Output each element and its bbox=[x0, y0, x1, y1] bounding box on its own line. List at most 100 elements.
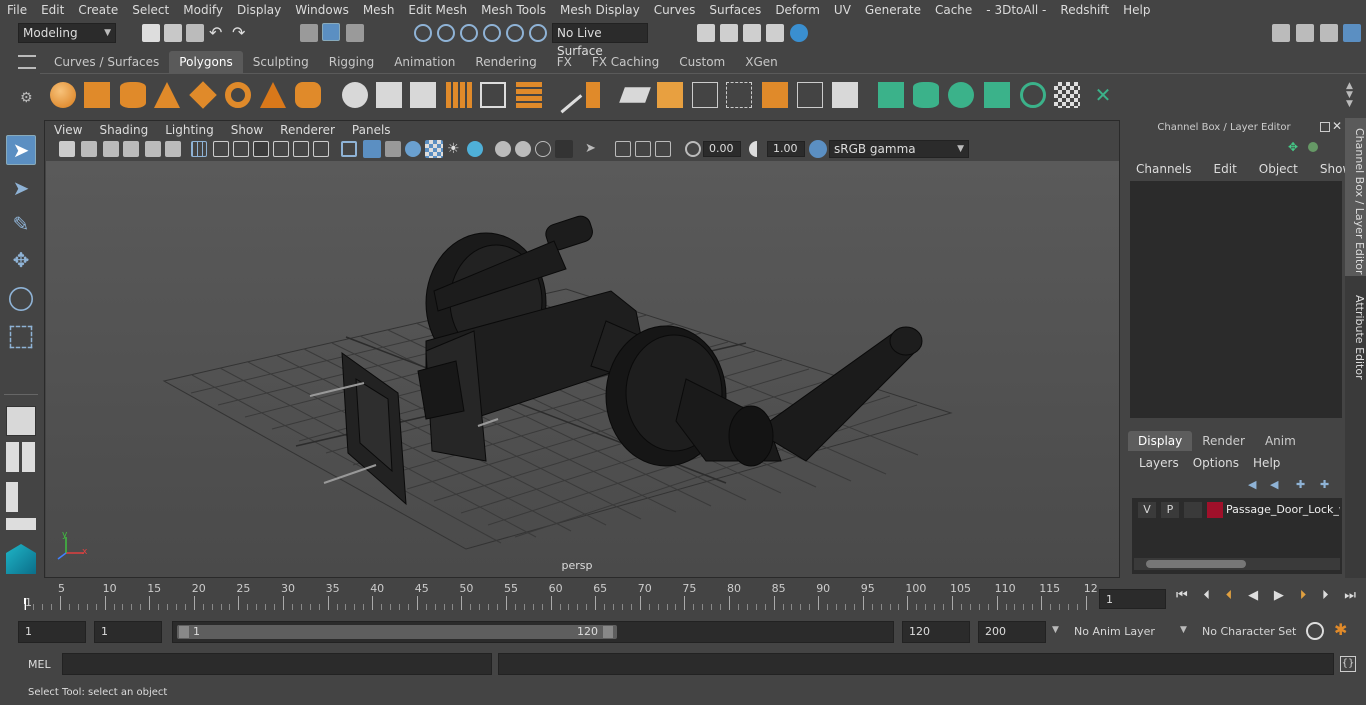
multi-cut-icon[interactable] bbox=[545, 76, 583, 114]
menu-mesh[interactable]: Mesh bbox=[356, 3, 402, 17]
mode-selector[interactable]: Modeling ▼ bbox=[18, 23, 116, 43]
open-scene-icon[interactable] bbox=[164, 24, 182, 42]
menu-redshift[interactable]: Redshift bbox=[1053, 3, 1116, 17]
menu-windows[interactable]: Windows bbox=[288, 3, 356, 17]
xray-active-icon[interactable] bbox=[635, 141, 651, 157]
poly-pipe-icon[interactable] bbox=[295, 82, 321, 108]
merge-icon[interactable] bbox=[832, 82, 858, 108]
film-gate-icon[interactable] bbox=[213, 141, 229, 157]
resolution-gate-icon[interactable] bbox=[233, 141, 249, 157]
uv-editor-icon[interactable]: ✕ bbox=[1090, 82, 1116, 108]
snap-live-icon[interactable] bbox=[529, 24, 547, 42]
menu-mesh-display[interactable]: Mesh Display bbox=[553, 3, 647, 17]
snap-grid-icon[interactable] bbox=[414, 24, 432, 42]
anim-layer-selector[interactable]: No Anim Layer bbox=[1068, 621, 1174, 643]
menu-generate[interactable]: Generate bbox=[858, 3, 928, 17]
character-set-selector[interactable]: No Character Set bbox=[1196, 621, 1300, 643]
wireframe-on-shaded-icon[interactable] bbox=[385, 141, 401, 157]
screen-space-ao-icon[interactable] bbox=[467, 141, 483, 157]
rotate-tool-icon[interactable] bbox=[9, 287, 33, 311]
menu-help[interactable]: Help bbox=[1116, 3, 1157, 17]
shelf-tab-animation[interactable]: Animation bbox=[384, 51, 465, 73]
range-bar-handle[interactable]: 1 120 bbox=[177, 625, 617, 639]
chevron-down-icon[interactable]: ▼ bbox=[1052, 625, 1059, 635]
go-to-start-icon[interactable]: ⏮ bbox=[1176, 588, 1188, 608]
channel-menu-channels[interactable]: Channels bbox=[1136, 162, 1192, 176]
backface-culling-icon[interactable] bbox=[655, 141, 671, 157]
new-layer-icon[interactable]: ✚ bbox=[1296, 478, 1305, 491]
move-layer-down-icon[interactable]: ◀ bbox=[1270, 478, 1278, 491]
target-weld-icon[interactable] bbox=[797, 82, 823, 108]
step-forward-icon[interactable]: ⏵ bbox=[1322, 588, 1329, 608]
layer-visibility-toggle[interactable]: V bbox=[1138, 502, 1156, 518]
shelf-tab-fx-caching[interactable]: FX Caching bbox=[582, 51, 669, 73]
xray-icon[interactable]: ➤ bbox=[585, 141, 601, 157]
scrollbar-thumb[interactable] bbox=[1146, 560, 1246, 568]
grease-pencil-icon[interactable] bbox=[165, 141, 181, 157]
snap-point-icon[interactable] bbox=[460, 24, 478, 42]
menu-edit[interactable]: Edit bbox=[34, 3, 71, 17]
channel-box-side-tab[interactable]: Channel Box / Layer Editor bbox=[1345, 118, 1366, 276]
automatic-uv-icon[interactable] bbox=[984, 82, 1010, 108]
channel-box-toggle-icon[interactable] bbox=[1343, 24, 1361, 42]
depth-of-field-icon[interactable] bbox=[535, 141, 551, 157]
camera-attributes-icon[interactable] bbox=[81, 141, 97, 157]
step-forward-key-icon[interactable]: ⏵ bbox=[1300, 588, 1307, 608]
outliner-persp-icon[interactable] bbox=[6, 482, 18, 512]
render-frame-icon[interactable] bbox=[720, 24, 738, 42]
playback-start-field[interactable]: 1 bbox=[94, 621, 162, 643]
bridge-icon[interactable] bbox=[586, 82, 600, 108]
smooth-shade-icon[interactable] bbox=[363, 140, 381, 158]
new-scene-icon[interactable] bbox=[142, 24, 160, 42]
channel-menu-object[interactable]: Object bbox=[1259, 162, 1298, 176]
menu-modify[interactable]: Modify bbox=[176, 3, 230, 17]
unfold-uv-icon[interactable] bbox=[1020, 82, 1046, 108]
menu-deform[interactable]: Deform bbox=[768, 3, 827, 17]
menu-edit-mesh[interactable]: Edit Mesh bbox=[401, 3, 474, 17]
range-handle-right[interactable] bbox=[603, 626, 613, 638]
save-scene-icon[interactable] bbox=[186, 24, 204, 42]
motion-blur-icon[interactable] bbox=[495, 141, 511, 157]
offset-edge-loop-icon[interactable] bbox=[762, 82, 788, 108]
smooth-icon[interactable] bbox=[446, 82, 472, 108]
layout-icon[interactable] bbox=[6, 518, 36, 530]
layer-color-swatch[interactable] bbox=[1207, 502, 1223, 518]
planar-uv-icon[interactable] bbox=[878, 82, 904, 108]
new-layer-selected-icon[interactable]: ✚ bbox=[1320, 478, 1329, 491]
select-object-icon[interactable] bbox=[322, 23, 340, 41]
four-view-icon[interactable] bbox=[6, 442, 36, 472]
color-space-selector[interactable]: sRGB gamma ▼ bbox=[829, 140, 969, 158]
menu-cache[interactable]: Cache bbox=[928, 3, 979, 17]
3d-viewport[interactable]: y x persp bbox=[46, 161, 1119, 577]
shelf-tab-custom[interactable]: Custom bbox=[669, 51, 735, 73]
fill-hole-icon[interactable] bbox=[692, 82, 718, 108]
insert-edge-loop-icon[interactable] bbox=[726, 82, 752, 108]
shelf-tab-sculpting[interactable]: Sculpting bbox=[243, 51, 319, 73]
poly-cube-icon[interactable] bbox=[84, 82, 110, 108]
poly-cone-icon[interactable] bbox=[154, 82, 180, 108]
field-chart-icon[interactable] bbox=[273, 141, 289, 157]
shelf-tab-curves-surfaces[interactable]: Curves / Surfaces bbox=[44, 51, 169, 73]
spherical-uv-icon[interactable] bbox=[948, 82, 974, 108]
lasso-tool-icon[interactable]: ➤ bbox=[6, 174, 36, 204]
viewport-menu-shading[interactable]: Shading bbox=[90, 123, 156, 137]
move-layer-up-icon[interactable]: ◀ bbox=[1248, 478, 1256, 491]
attribute-editor-side-tab[interactable]: Attribute Editor bbox=[1345, 284, 1366, 384]
current-frame-field[interactable]: 1 bbox=[1099, 589, 1166, 609]
layer-type-toggle[interactable] bbox=[1184, 502, 1202, 518]
safe-action-icon[interactable] bbox=[293, 141, 309, 157]
mirror-icon[interactable] bbox=[410, 82, 436, 108]
attribute-editor-toggle-icon[interactable] bbox=[1320, 24, 1338, 42]
playback-end-field[interactable]: 120 bbox=[902, 621, 970, 643]
snap-surface-icon[interactable] bbox=[506, 24, 524, 42]
layer-menu-options[interactable]: Options bbox=[1193, 456, 1239, 470]
single-view-icon[interactable] bbox=[6, 406, 36, 436]
viewport-menu-view[interactable]: View bbox=[45, 123, 90, 137]
shelf-scroll-icon[interactable]: ▲ ▼ ▼ bbox=[1346, 82, 1353, 109]
workspace-icon[interactable] bbox=[1272, 24, 1290, 42]
select-component-icon[interactable] bbox=[346, 24, 364, 42]
menu-select[interactable]: Select bbox=[125, 3, 176, 17]
bookmark-icon[interactable] bbox=[103, 141, 119, 157]
live-surface-field[interactable]: No Live Surface bbox=[552, 23, 648, 58]
shelf-tab-rendering[interactable]: Rendering bbox=[465, 51, 546, 73]
